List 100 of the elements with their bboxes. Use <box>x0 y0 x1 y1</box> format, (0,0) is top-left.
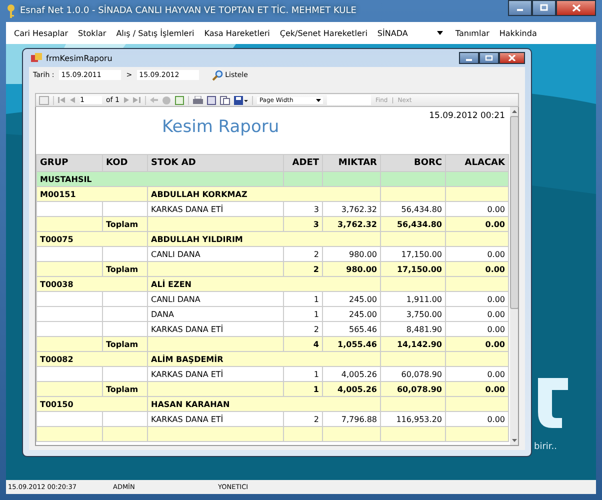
table-cell: 0.00 <box>446 246 508 262</box>
slogan-text: birir.. <box>534 442 558 452</box>
table-cell: M00151 <box>36 186 148 202</box>
menu-item[interactable]: Hakkinda <box>499 28 537 38</box>
table-cell: 1 <box>284 306 322 322</box>
close-icon <box>508 55 516 61</box>
table-cell: 4,005.26 <box>322 382 380 396</box>
window-title: frmKesimRaporu <box>46 54 112 62</box>
table-cell: 3 <box>284 202 322 216</box>
table-cell: CANLI DANA <box>148 246 284 262</box>
report-date: 15.09.2012 00:21 <box>429 111 505 121</box>
table-cell: KARKAS DANA ETİ <box>148 202 284 216</box>
key-icon <box>6 4 16 18</box>
table-cell: DANA <box>148 306 284 322</box>
table-cell: CANLI DANA <box>148 292 284 306</box>
print-icon[interactable] <box>193 96 204 104</box>
menu-item[interactable]: Alış / Satış İşlemleri <box>116 28 194 38</box>
table-cell: 2 <box>284 322 322 336</box>
close-button[interactable] <box>556 0 596 16</box>
table-cell: 7,796.88 <box>322 412 380 426</box>
table-cell: 0.00 <box>446 262 508 276</box>
table-cell: T00082 <box>36 352 148 366</box>
minimize-button[interactable] <box>508 0 532 16</box>
table-cell: 56,434.80 <box>380 202 446 216</box>
table-cell: 2 <box>284 412 322 426</box>
report-title: Kesim Raporu <box>162 117 280 137</box>
table-cell: 14,142.90 <box>380 336 446 352</box>
table-cell: 0.00 <box>446 216 508 232</box>
column-header: ALACAK <box>446 154 508 172</box>
menu-item[interactable]: Kasa Hareketleri <box>204 28 270 38</box>
table-cell: 3,762.32 <box>322 216 380 232</box>
menu-item[interactable]: Çek/Senet Hareketleri <box>280 28 368 38</box>
column-header: BORC <box>380 154 446 172</box>
page-setup-icon[interactable] <box>220 96 230 104</box>
table-cell: 0.00 <box>446 412 508 426</box>
maximize-icon <box>540 4 548 12</box>
table-cell: ALİ EZEN <box>148 276 380 292</box>
logo-drawing <box>538 378 568 428</box>
table-cell: T00038 <box>36 276 148 292</box>
table-cell: 0.00 <box>446 336 508 352</box>
search-icon <box>212 70 224 80</box>
table-cell: 60,078.90 <box>380 366 446 382</box>
close-icon <box>572 4 580 12</box>
table-cell: 60,078.90 <box>380 382 446 396</box>
table-cell: 245.00 <box>322 292 380 306</box>
minimize-button[interactable] <box>459 52 479 64</box>
table-cell: 0.00 <box>446 202 508 216</box>
table-cell: KARKAS DANA ETİ <box>148 322 284 336</box>
scroll-up-icon[interactable] <box>512 110 517 113</box>
table-cell: 1 <box>284 382 322 396</box>
maximize-icon <box>485 55 493 61</box>
table-cell: 0.00 <box>446 322 508 336</box>
find-field[interactable] <box>327 95 372 105</box>
table-cell: 3,762.32 <box>322 202 380 216</box>
caret-icon <box>316 98 322 102</box>
maximize-button[interactable] <box>532 0 556 16</box>
column-header: STOK AD <box>148 154 284 172</box>
table-cell: 8,481.90 <box>380 322 446 336</box>
column-header: GRUP <box>36 154 102 172</box>
table-cell: 0.00 <box>446 366 508 382</box>
table-cell: 1 <box>284 366 322 382</box>
table-cell: 3,750.00 <box>380 306 446 322</box>
menu-item[interactable]: Cari Hesaplar <box>14 28 68 38</box>
print-layout-icon[interactable] <box>207 96 216 104</box>
save-icon[interactable] <box>234 96 248 104</box>
table-cell: 56,434.80 <box>380 216 446 232</box>
table-cell: 565.46 <box>322 322 380 336</box>
table-cell: 2 <box>284 262 322 276</box>
table-cell: ALİM BAŞDEMİR <box>148 352 380 366</box>
menu-item[interactable]: Stoklar <box>78 28 106 38</box>
maximize-button[interactable] <box>479 52 499 64</box>
table-cell: 0.00 <box>446 306 508 322</box>
table-cell: 3 <box>284 216 322 232</box>
refresh-icon[interactable] <box>175 96 184 104</box>
table-cell: T00075 <box>36 232 148 246</box>
table-cell: Toplam <box>102 262 148 276</box>
column-header: MIKTAR <box>322 154 380 172</box>
table-cell: ABDULLAH KORKMAZ <box>148 186 380 202</box>
caret-icon <box>437 31 444 35</box>
scroll-down-icon[interactable] <box>512 439 517 442</box>
table-cell: 2 <box>284 246 322 262</box>
table-cell: 4,005.26 <box>322 366 380 382</box>
column-header: ADET <box>284 154 322 172</box>
table-cell: 4 <box>284 336 322 352</box>
table-cell: 0.00 <box>446 292 508 306</box>
column-header: KOD <box>102 154 148 172</box>
table-cell: HASAN KARAHAN <box>148 396 380 412</box>
form-icon <box>31 53 42 63</box>
menu-item[interactable]: Tanımlar <box>455 28 490 38</box>
table-cell: 0.00 <box>446 382 508 396</box>
table-cell: ABDULLAH YILDIRIM <box>148 232 380 246</box>
table-cell: 1,055.46 <box>322 336 380 352</box>
close-button[interactable] <box>499 52 525 64</box>
company-dropdown[interactable]: SİNADA <box>377 28 446 38</box>
scrollbar[interactable] <box>510 107 518 445</box>
table-cell: KARKAS DANA ETİ <box>148 366 284 382</box>
table-cell: 245.00 <box>322 306 380 322</box>
table-cell: Toplam <box>102 216 148 232</box>
table-cell: 1,911.00 <box>380 292 446 306</box>
table-cell: 17,150.00 <box>380 246 446 262</box>
